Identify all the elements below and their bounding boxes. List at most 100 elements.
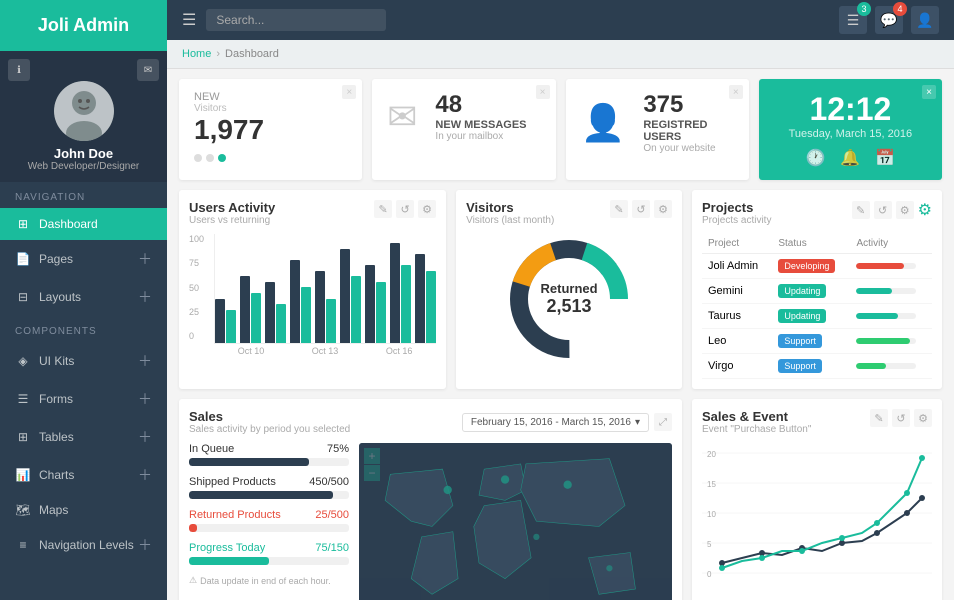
sales-event-settings-button[interactable]: ⚙ bbox=[914, 409, 932, 427]
users-activity-edit-button[interactable]: ✎ bbox=[374, 200, 392, 218]
clock-history-icon[interactable]: 🕐 bbox=[805, 148, 825, 168]
sales-event-subtitle: Event "Purchase Button" bbox=[702, 424, 811, 435]
sales-date-picker-button[interactable]: February 15, 2016 - March 15, 2016 ▾ bbox=[462, 413, 649, 432]
sales-event-edit-button[interactable]: ✎ bbox=[870, 409, 888, 427]
sales-stat-item: Shipped Products450/500 bbox=[189, 476, 349, 499]
visitors-refresh-button[interactable]: ↺ bbox=[632, 200, 650, 218]
chat-badge: 4 bbox=[893, 2, 907, 16]
bar-teal bbox=[226, 310, 236, 343]
stat-messages-close-button[interactable]: × bbox=[536, 85, 550, 99]
stat-dot-2 bbox=[206, 154, 214, 162]
sales-progress-bar bbox=[189, 458, 309, 466]
project-status-cell: Updating bbox=[772, 279, 850, 304]
activity-bar-wrap bbox=[856, 288, 916, 294]
sales-progress-bar-wrap bbox=[189, 557, 349, 565]
profile-icons: ℹ ✉ bbox=[8, 59, 159, 81]
topbar-chat-button[interactable]: 💬 4 bbox=[875, 6, 903, 34]
sidebar-item-charts[interactable]: 📊 Charts ＋ bbox=[0, 456, 167, 494]
alert-icon: ⚠ bbox=[189, 575, 197, 586]
charts-expand-icon[interactable]: ＋ bbox=[138, 465, 152, 485]
tables-expand-icon[interactable]: ＋ bbox=[138, 427, 152, 447]
search-input[interactable] bbox=[206, 9, 386, 31]
table-row: Joli AdminDeveloping bbox=[702, 254, 932, 279]
visitors-subtitle: Visitors (last month) bbox=[466, 215, 554, 226]
sidebar-item-pages[interactable]: 📄 Pages ＋ bbox=[0, 240, 167, 278]
sidebar-item-maps[interactable]: 🗺 Maps bbox=[0, 494, 167, 526]
svg-text:5: 5 bbox=[707, 540, 712, 549]
table-row: GeminiUpdating bbox=[702, 279, 932, 304]
users-activity-settings-button[interactable]: ⚙ bbox=[418, 200, 436, 218]
sales-event-refresh-button[interactable]: ↺ bbox=[892, 409, 910, 427]
bar-dark bbox=[340, 249, 350, 343]
stat-visitors-close-button[interactable]: × bbox=[342, 85, 356, 99]
projects-refresh-button[interactable]: ↺ bbox=[874, 201, 892, 219]
projects-table: Project Status Activity Joli AdminDevelo… bbox=[702, 234, 932, 379]
project-status-cell: Updating bbox=[772, 304, 850, 329]
clock-alarm-icon[interactable]: 🔔 bbox=[840, 148, 860, 168]
sidebar-item-dashboard[interactable]: ⊞ Dashboard bbox=[0, 208, 167, 240]
visitors-edit-button[interactable]: ✎ bbox=[610, 200, 628, 218]
sales-stats-items: In Queue75%Shipped Products450/500Return… bbox=[189, 443, 349, 565]
sales-event-header: Sales & Event Event "Purchase Button" ✎ … bbox=[702, 409, 932, 435]
breadcrumb-home[interactable]: Home bbox=[182, 48, 211, 60]
bar-group bbox=[315, 271, 336, 343]
sidebar-item-layouts[interactable]: ⊟ Layouts ＋ bbox=[0, 278, 167, 316]
bar-teal bbox=[301, 287, 311, 343]
stat-clock-close-button[interactable]: × bbox=[922, 85, 936, 99]
project-name-cell: Taurus bbox=[702, 304, 772, 329]
chart-x-labels: Oct 10 Oct 13 Oct 16 bbox=[214, 346, 436, 356]
sales-progress-bar bbox=[189, 524, 197, 532]
projects-settings-button[interactable]: ⚙ bbox=[896, 201, 914, 219]
users-activity-title: Users Activity bbox=[189, 200, 275, 215]
sales-stat-item: Progress Today75/150 bbox=[189, 542, 349, 565]
components-section-label: Components bbox=[0, 316, 167, 342]
profile-name: John Doe bbox=[54, 146, 113, 161]
pages-expand-icon[interactable]: ＋ bbox=[138, 249, 152, 269]
sales-progress-bar-wrap bbox=[189, 458, 349, 466]
uikits-expand-icon[interactable]: ＋ bbox=[138, 351, 152, 371]
bar-chart-container: 100 75 50 25 0 Oct 10 Oct 13 Oct 16 bbox=[189, 234, 436, 356]
stats-row: × NEW Visitors 1,977 × ✉ bbox=[179, 79, 942, 180]
sales-stat-item: In Queue75% bbox=[189, 443, 349, 466]
project-name-cell: Gemini bbox=[702, 279, 772, 304]
stat-messages-sublabel: In your mailbox bbox=[435, 131, 526, 142]
hamburger-menu-button[interactable]: ☰ bbox=[182, 10, 196, 30]
sales-expand-button[interactable]: ⤢ bbox=[654, 413, 672, 431]
donut-returned-value: 2,513 bbox=[541, 296, 598, 317]
table-row: Taurus Updating bbox=[702, 304, 932, 329]
sidebar-item-forms[interactable]: ☰ Forms ＋ bbox=[0, 380, 167, 418]
sales-progress-bar-wrap bbox=[189, 491, 349, 499]
projects-edit-button[interactable]: ✎ bbox=[852, 201, 870, 219]
stat-dot-1 bbox=[194, 154, 202, 162]
profile-info-button[interactable]: ℹ bbox=[8, 59, 30, 81]
table-row: LeoSupport bbox=[702, 329, 932, 354]
breadcrumb-current: Dashboard bbox=[225, 48, 279, 60]
dashboard-icon: ⊞ bbox=[15, 217, 31, 231]
bar-teal bbox=[251, 293, 261, 343]
users-activity-refresh-button[interactable]: ↺ bbox=[396, 200, 414, 218]
stat-card-users: × 👤 375 REGISTRED USERS On your website bbox=[566, 79, 749, 180]
sidebar-item-navlevels[interactable]: ≡ Navigation Levels ＋ bbox=[0, 526, 167, 564]
bar-teal bbox=[376, 282, 386, 343]
user-icon: 👤 bbox=[911, 6, 939, 34]
clock-calendar-icon[interactable]: 📅 bbox=[875, 148, 895, 168]
sidebar-item-label-uikits: UI Kits bbox=[39, 354, 74, 368]
stat-users-close-button[interactable]: × bbox=[729, 85, 743, 99]
sales-header: Sales Sales activity by period you selec… bbox=[189, 409, 672, 435]
layouts-expand-icon[interactable]: ＋ bbox=[138, 287, 152, 307]
breadcrumb: Home › Dashboard bbox=[167, 40, 954, 69]
projects-gear-icon[interactable]: ⚙ bbox=[918, 200, 932, 220]
status-badge: Updating bbox=[778, 309, 826, 323]
profile-message-button[interactable]: ✉ bbox=[137, 59, 159, 81]
messages-icon: ✉ bbox=[387, 96, 417, 138]
activity-bar bbox=[856, 263, 904, 269]
forms-expand-icon[interactable]: ＋ bbox=[138, 389, 152, 409]
navlevels-expand-icon[interactable]: ＋ bbox=[138, 535, 152, 555]
sidebar-item-uikits[interactable]: ◈ UI Kits ＋ bbox=[0, 342, 167, 380]
visitors-settings-button[interactable]: ⚙ bbox=[654, 200, 672, 218]
topbar-user-button[interactable]: 👤 bbox=[911, 6, 939, 34]
bar-dark bbox=[290, 260, 300, 343]
sales-stat-label-text: Progress Today bbox=[189, 542, 265, 554]
topbar-list-button[interactable]: ☰ 3 bbox=[839, 6, 867, 34]
sidebar-item-tables[interactable]: ⊞ Tables ＋ bbox=[0, 418, 167, 456]
